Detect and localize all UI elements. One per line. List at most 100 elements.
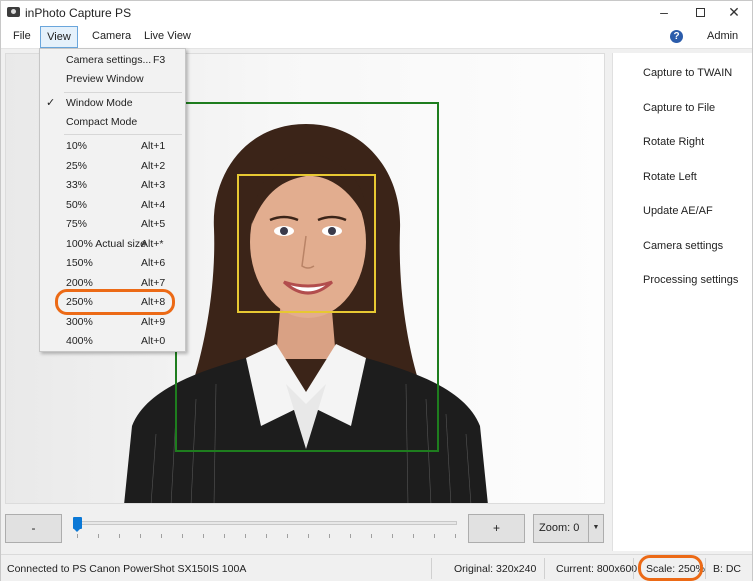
slider-tick: [245, 534, 246, 538]
status-divider: [431, 558, 432, 579]
rotate-right-button[interactable]: Rotate Right: [643, 136, 704, 148]
view-menu-item[interactable]: Camera settings... F3: [40, 51, 185, 70]
slider-tick: [98, 534, 99, 538]
menu-item-label: Compact Mode: [66, 116, 138, 128]
slider-tick: [224, 534, 225, 538]
maximize-button[interactable]: [683, 1, 717, 25]
menu-item-label: 33%: [66, 179, 88, 191]
menu-item-label: 400%: [66, 335, 93, 347]
menu-file[interactable]: File: [6, 26, 38, 48]
view-menu-item[interactable]: 100% Actual size Alt+*: [40, 235, 185, 254]
title-bar: inPhoto Capture PS – ✕: [1, 1, 752, 25]
view-menu-item[interactable]: 25% Alt+2: [40, 157, 185, 176]
slider-tick: [434, 534, 435, 538]
slider-tick: [77, 534, 78, 538]
view-menu-item[interactable]: Preview Window: [40, 70, 185, 89]
menu-item-shortcut: Alt+1: [141, 140, 166, 152]
minimize-button[interactable]: –: [647, 1, 681, 25]
slider-tick: [413, 534, 414, 538]
menu-item-shortcut: Alt+7: [141, 277, 166, 289]
zoom-slider-track[interactable]: [75, 521, 457, 525]
window-title: inPhoto Capture PS: [25, 6, 132, 20]
side-panel: Capture to TWAIN Capture to File Rotate …: [612, 53, 752, 551]
slider-tick: [308, 534, 309, 538]
menu-item-shortcut: Alt+5: [141, 218, 166, 230]
status-connection: Connected to PS Canon PowerShot SX150IS …: [7, 563, 247, 575]
view-menu-item[interactable]: 400% Alt+0: [40, 332, 185, 351]
slider-tick: [329, 534, 330, 538]
help-icon[interactable]: ?: [670, 30, 683, 43]
slider-tick: [350, 534, 351, 538]
menu-item-label: 25%: [66, 160, 88, 172]
maximize-icon: [695, 8, 705, 17]
update-ae-af-button[interactable]: Update AE/AF: [643, 205, 713, 217]
status-current-size: Current: 800x600: [556, 563, 638, 575]
slider-tick: [266, 534, 267, 538]
camera-app-icon: [7, 7, 20, 17]
status-divider: [633, 558, 634, 579]
menu-item-label: Camera settings...: [66, 54, 152, 66]
view-menu-item[interactable]: Compact Mode: [40, 113, 185, 132]
slider-tick: [161, 534, 162, 538]
checkmark-icon: ✓: [46, 97, 56, 109]
view-menu-item[interactable]: 75% Alt+5: [40, 215, 185, 234]
menu-item-label: 100% Actual size: [66, 238, 146, 250]
zoom-select[interactable]: Zoom: 0 ▼: [533, 514, 604, 543]
zoom-in-button[interactable]: +: [468, 514, 525, 543]
view-menu-item[interactable]: 150% Alt+6: [40, 254, 185, 273]
menu-item-label: 50%: [66, 199, 88, 211]
status-b: B: DC: [713, 563, 742, 575]
status-divider: [544, 558, 545, 579]
zoom-slider-thumb[interactable]: [73, 517, 82, 532]
menu-item-shortcut: Alt+6: [141, 257, 166, 269]
menu-item-shortcut: Alt+9: [141, 316, 166, 328]
view-menu-item[interactable]: 300% Alt+9: [40, 313, 185, 332]
slider-tick: [455, 534, 456, 538]
menu-item-label: 150%: [66, 257, 93, 269]
rotate-left-button[interactable]: Rotate Left: [643, 171, 697, 183]
menu-item-shortcut: Alt+3: [141, 179, 166, 191]
menu-item-label: Window Mode: [66, 97, 133, 109]
menu-bar: File View Camera Live View ? Admin: [1, 25, 752, 49]
capture-to-file-button[interactable]: Capture to File: [643, 102, 715, 114]
slider-tick: [203, 534, 204, 538]
menu-item-label: Preview Window: [66, 73, 144, 85]
zoom-select-value: Zoom: 0: [539, 522, 580, 534]
view-menu-item[interactable]: ✓ Window Mode: [40, 94, 185, 113]
slider-tick: [392, 534, 393, 538]
menu-item-label: 300%: [66, 316, 93, 328]
admin-menu[interactable]: Admin: [707, 30, 738, 42]
status-divider: [705, 558, 706, 579]
eye-area-frame: [237, 174, 376, 313]
highlight-scale-status: [638, 555, 703, 581]
menu-item-label: 10%: [66, 140, 88, 152]
app-window: inPhoto Capture PS – ✕ File View Camera …: [0, 0, 753, 581]
slider-tick: [287, 534, 288, 538]
menu-view[interactable]: View: [40, 26, 78, 48]
menu-separator: [64, 92, 182, 93]
view-menu-item[interactable]: 50% Alt+4: [40, 196, 185, 215]
menu-item-shortcut: Alt+2: [141, 160, 166, 172]
menu-item-shortcut: F3: [153, 54, 166, 66]
camera-settings-button[interactable]: Camera settings: [643, 240, 723, 252]
menu-item-label: 200%: [66, 277, 93, 289]
zoom-slider-ticks: [77, 534, 457, 538]
close-button[interactable]: ✕: [717, 1, 751, 25]
menu-separator: [64, 134, 182, 135]
view-menu-item[interactable]: 10% Alt+1: [40, 137, 185, 156]
menu-live-view[interactable]: Live View: [137, 26, 198, 48]
menu-item-label: 75%: [66, 218, 88, 230]
slider-tick: [371, 534, 372, 538]
menu-item-shortcut: Alt+*: [141, 238, 164, 250]
zoom-out-button[interactable]: -: [5, 514, 62, 543]
status-original-size: Original: 320x240: [454, 563, 537, 575]
slider-tick: [119, 534, 120, 538]
menu-camera[interactable]: Camera: [85, 26, 138, 48]
processing-settings-button[interactable]: Processing settings: [643, 274, 738, 286]
menu-item-shortcut: Alt+4: [141, 199, 166, 211]
chevron-down-icon[interactable]: ▼: [588, 515, 603, 542]
view-menu-item[interactable]: 33% Alt+3: [40, 176, 185, 195]
slider-tick: [140, 534, 141, 538]
highlight-250-item: [55, 289, 175, 315]
capture-to-twain-button[interactable]: Capture to TWAIN: [643, 67, 732, 79]
